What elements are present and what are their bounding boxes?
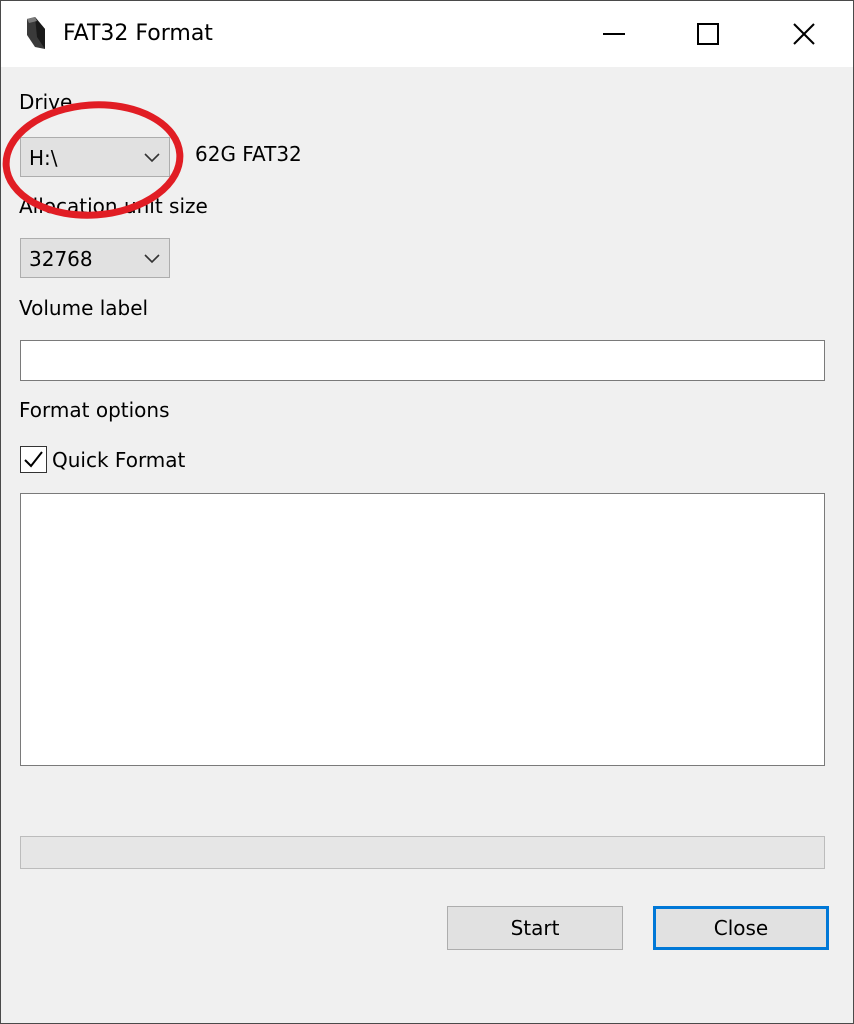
format-dialog: FAT32 Format Drive H:\ 62G FAT32 Allocat… [0,0,854,1024]
volume-label-input[interactable] [20,340,825,381]
minimize-button[interactable] [567,1,661,67]
usb-drive-icon [27,17,45,49]
title-bar[interactable]: FAT32 Format [1,1,853,67]
allocation-unit-select[interactable]: 32768 [20,238,170,278]
close-button[interactable]: Close [653,906,829,950]
maximize-button[interactable] [661,1,755,67]
drive-select[interactable]: H:\ [20,137,170,177]
format-options-label: Format options [19,398,170,422]
chevron-down-icon [144,153,160,163]
start-button[interactable]: Start [447,906,623,950]
drive-select-value: H:\ [29,146,58,170]
drive-info: 62G FAT32 [195,142,302,166]
maximize-icon [697,23,719,45]
close-icon [793,23,815,45]
log-output[interactable] [20,493,825,766]
minimize-icon [603,33,625,35]
chevron-down-icon [144,254,160,264]
window-title: FAT32 Format [63,21,213,46]
quick-format-checkbox[interactable] [20,446,47,473]
volume-label-caption: Volume label [19,296,149,320]
progress-bar [20,836,825,869]
allocation-unit-select-value: 32768 [29,247,93,271]
allocation-unit-label: Allocation unit size [19,194,208,218]
checkmark-icon [24,451,43,468]
close-window-button[interactable] [757,1,851,67]
quick-format-label[interactable]: Quick Format [52,447,185,473]
drive-label: Drive [19,90,73,114]
